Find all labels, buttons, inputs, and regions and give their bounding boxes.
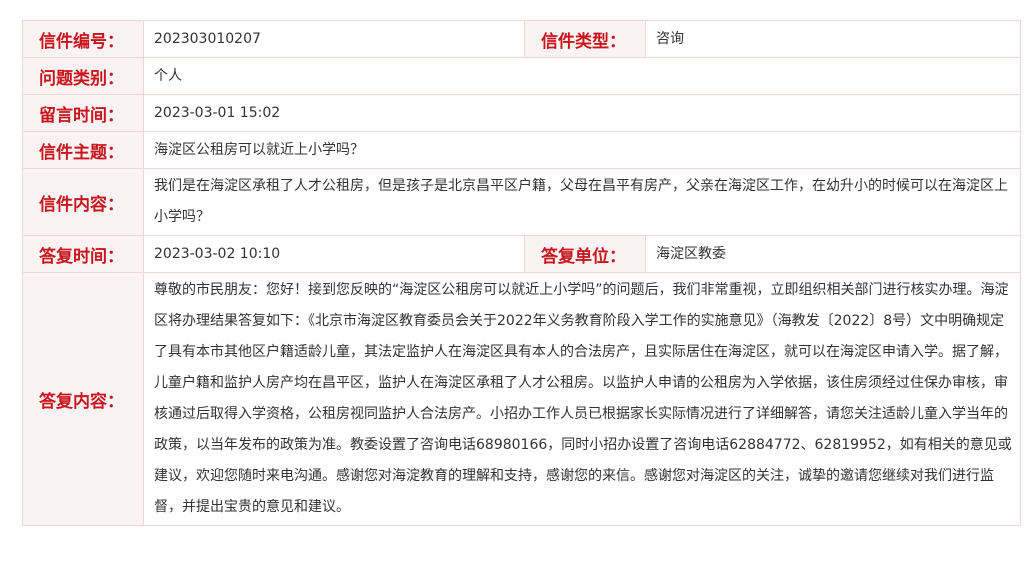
category-value: 个人: [143, 57, 1021, 95]
reply-content-value: 尊敬的市民朋友：您好！接到您反映的“海淀区公租房可以就近上小学吗”的问题后，我们…: [143, 272, 1021, 526]
row-subject: 信件主题： 海淀区公租房可以就近上小学吗？: [22, 131, 1021, 169]
row-id-type: 信件编号： 202303010207 信件类型： 咨询: [22, 20, 1021, 58]
reply-time-label: 答复时间：: [22, 235, 144, 273]
letter-id-label: 信件编号：: [22, 20, 144, 58]
letter-id-value: 202303010207: [143, 20, 525, 58]
letter-table: 信件编号： 202303010207 信件类型： 咨询 问题类别： 个人 留言时…: [22, 20, 1021, 526]
row-reply-content: 答复内容： 尊敬的市民朋友：您好！接到您反映的“海淀区公租房可以就近上小学吗”的…: [22, 272, 1021, 526]
letter-type-value: 咨询: [645, 20, 1021, 58]
reply-unit-value: 海淀区教委: [645, 235, 1021, 273]
row-content: 信件内容： 我们是在海淀区承租了人才公租房，但是孩子是北京昌平区户籍，父母在昌平…: [22, 168, 1021, 236]
msg-time-value: 2023-03-01 15:02: [143, 94, 1021, 132]
msg-time-label: 留言时间：: [22, 94, 144, 132]
reply-time-value: 2023-03-02 10:10: [143, 235, 525, 273]
row-category: 问题类别： 个人: [22, 57, 1021, 95]
content-value: 我们是在海淀区承租了人才公租房，但是孩子是北京昌平区户籍，父母在昌平有房产，父亲…: [143, 168, 1021, 236]
reply-content-label: 答复内容：: [22, 272, 144, 526]
reply-unit-label: 答复单位：: [524, 235, 646, 273]
row-msg-time: 留言时间： 2023-03-01 15:02: [22, 94, 1021, 132]
content-label: 信件内容：: [22, 168, 144, 236]
letter-detail: 信件编号： 202303010207 信件类型： 咨询 问题类别： 个人 留言时…: [22, 20, 1021, 526]
subject-value: 海淀区公租房可以就近上小学吗？: [143, 131, 1021, 169]
letter-type-label: 信件类型：: [524, 20, 646, 58]
row-reply-time-unit: 答复时间： 2023-03-02 10:10 答复单位： 海淀区教委: [22, 235, 1021, 273]
category-label: 问题类别：: [22, 57, 144, 95]
subject-label: 信件主题：: [22, 131, 144, 169]
